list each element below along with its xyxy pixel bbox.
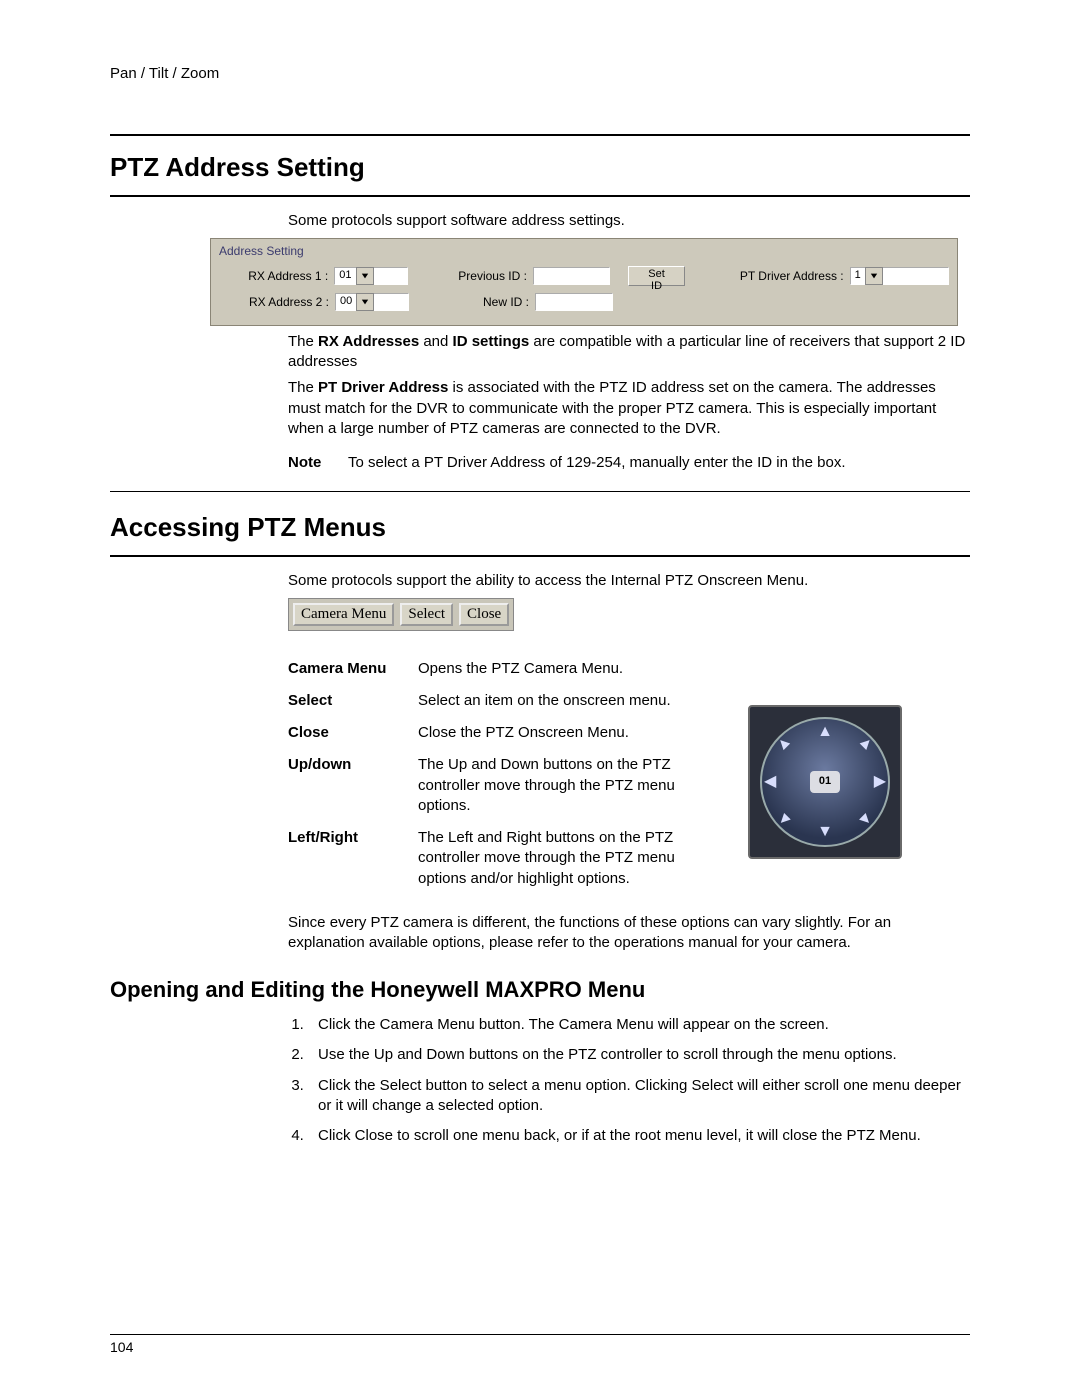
divider — [110, 1334, 970, 1335]
select-button[interactable]: Select — [400, 603, 453, 626]
note-label: Note — [288, 453, 348, 473]
table-row: Left/RightThe Left and Right buttons on … — [288, 822, 728, 895]
section1-para1: The RX Addresses and ID settings are com… — [288, 332, 970, 373]
pt-driver-value: 1 — [855, 268, 861, 283]
list-item: Click the Select button to select a menu… — [308, 1076, 970, 1117]
rx2-value: 00 — [340, 294, 352, 309]
section1-para2: The PT Driver Address is associated with… — [288, 378, 970, 439]
arrow-sw-icon[interactable]: ▼ — [771, 807, 797, 833]
heading-ptz-address: PTZ Address Setting — [110, 150, 970, 185]
ptz-compass: ▲ ▼ ◀ ▶ ▲ ▲ ▼ ▼ 01 — [748, 705, 902, 859]
breadcrumb: Pan / Tilt / Zoom — [110, 64, 970, 84]
note-row: Note To select a PT Driver Address of 12… — [288, 453, 970, 473]
steps-list: Click the Camera Menu button. The Camera… — [288, 1015, 970, 1146]
arrow-left-icon[interactable]: ◀ — [764, 771, 776, 793]
chevron-down-icon[interactable] — [356, 293, 374, 311]
list-item: Use the Up and Down buttons on the PTZ c… — [308, 1045, 970, 1065]
page-number: 104 — [110, 1338, 133, 1357]
divider — [110, 555, 970, 557]
set-id-button[interactable]: Set ID — [628, 266, 684, 286]
section2-footnote: Since every PTZ camera is different, the… — [288, 913, 970, 954]
camera-menu-button[interactable]: Camera Menu — [293, 603, 394, 626]
pt-driver-label: PT Driver Address : — [724, 268, 843, 284]
rx1-value: 01 — [339, 268, 351, 283]
arrow-down-icon[interactable]: ▼ — [817, 821, 833, 843]
table-row: Up/downThe Up and Down buttons on the PT… — [288, 749, 728, 822]
divider — [110, 491, 970, 492]
definitions-table: Camera MenuOpens the PTZ Camera Menu. Se… — [288, 653, 728, 895]
section1-intro: Some protocols support software address … — [288, 211, 970, 231]
section2-intro: Some protocols support the ability to ac… — [288, 571, 970, 591]
arrow-right-icon[interactable]: ▶ — [874, 771, 886, 793]
chevron-down-icon[interactable] — [356, 267, 374, 285]
arrow-up-icon[interactable]: ▲ — [817, 721, 833, 743]
prev-id-label: Previous ID : — [448, 268, 527, 284]
divider — [110, 195, 970, 197]
close-button[interactable]: Close — [459, 603, 509, 626]
table-row: SelectSelect an item on the onscreen men… — [288, 685, 728, 717]
address-setting-panel: Address Setting RX Address 1 : 01 Previo… — [210, 238, 958, 326]
list-item: Click the Camera Menu button. The Camera… — [308, 1015, 970, 1035]
rx2-combo[interactable]: 00 — [335, 293, 409, 311]
rx1-combo[interactable]: 01 — [334, 267, 408, 285]
table-row: CloseClose the PTZ Onscreen Menu. — [288, 717, 728, 749]
compass-hub: 01 — [810, 771, 840, 793]
divider — [110, 134, 970, 136]
heading-maxpro: Opening and Editing the Honeywell MAXPRO… — [110, 975, 970, 1005]
ptz-menu-button-bar: Camera Menu Select Close — [288, 598, 514, 631]
prev-id-input[interactable] — [533, 267, 610, 285]
chevron-down-icon[interactable] — [865, 267, 883, 285]
table-row: Camera MenuOpens the PTZ Camera Menu. — [288, 653, 728, 685]
arrow-se-icon[interactable]: ▼ — [853, 807, 879, 833]
fieldset-legend: Address Setting — [219, 243, 949, 259]
rx2-label: RX Address 2 : — [219, 294, 329, 310]
arrow-nw-icon[interactable]: ▲ — [771, 730, 797, 756]
new-id-input[interactable] — [535, 293, 613, 311]
page: Pan / Tilt / Zoom PTZ Address Setting So… — [0, 0, 1080, 1397]
list-item: Click Close to scroll one menu back, or … — [308, 1126, 970, 1146]
arrow-ne-icon[interactable]: ▲ — [853, 730, 879, 756]
rx1-label: RX Address 1 : — [219, 268, 328, 284]
pt-driver-combo[interactable]: 1 — [850, 267, 949, 285]
new-id-label: New ID : — [449, 294, 529, 310]
heading-accessing-ptz: Accessing PTZ Menus — [110, 510, 970, 545]
note-text: To select a PT Driver Address of 129-254… — [348, 453, 845, 473]
